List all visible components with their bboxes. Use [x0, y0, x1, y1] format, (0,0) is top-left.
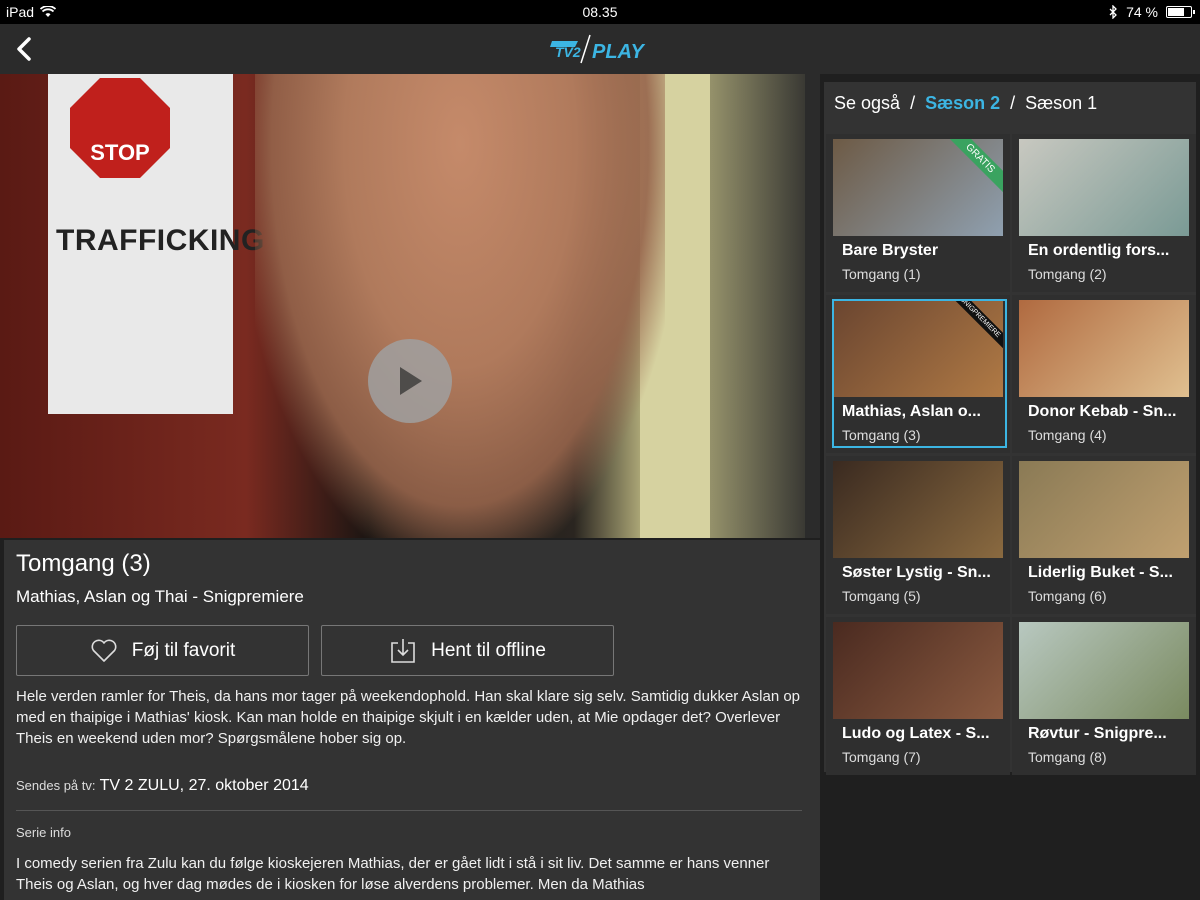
episode-tile-subtitle: Tomgang (6): [1028, 588, 1107, 604]
episode-details: Tomgang (3) Mathias, Aslan og Thai - Sni…: [4, 540, 820, 900]
episode-sidebar: Se også / Sæson 2 / Sæson 1 GRATIS Bare …: [824, 82, 1196, 775]
play-button[interactable]: [368, 339, 452, 423]
season-breadcrumb: Se også / Sæson 2 / Sæson 1: [834, 93, 1097, 114]
battery-percent: 74 %: [1126, 4, 1158, 20]
actor-figure: [255, 74, 665, 538]
snigpremiere-badge: SNIGPREMIERE: [944, 300, 1003, 354]
episode-tile-subtitle: Tomgang (1): [842, 266, 921, 282]
nav-bar: TV2 PLAY: [0, 24, 1200, 74]
download-icon: [391, 638, 415, 663]
episode-subtitle: Mathias, Aslan og Thai - Snigpremiere: [16, 587, 304, 606]
logo-text: PLAY: [592, 41, 646, 63]
episode-thumbnail: [1019, 622, 1189, 719]
tv2-play-logo: TV2 PLAY: [550, 34, 646, 64]
episode-tile[interactable]: En ordentlig fors... Tomgang (2): [1012, 134, 1196, 292]
video-hero[interactable]: STOP TRAFFICKING: [0, 74, 820, 538]
episode-tile-title: Donor Kebab - Sn...: [1028, 403, 1177, 420]
svg-text:TV2: TV2: [555, 44, 581, 60]
episode-tile-subtitle: Tomgang (2): [1028, 266, 1107, 282]
episode-tile[interactable]: Søster Lystig - Sn... Tomgang (5): [826, 456, 1010, 614]
download-offline-button[interactable]: Hent til offline: [321, 625, 614, 676]
episode-tile-title: Ludo og Latex - S...: [842, 725, 990, 742]
episode-tile-subtitle: Tomgang (8): [1028, 749, 1107, 765]
bluetooth-icon: [1109, 5, 1117, 19]
episode-tile-title: Liderlig Buket - S...: [1028, 564, 1173, 581]
episode-tile-subtitle: Tomgang (4): [1028, 427, 1107, 443]
episode-tile-title: Bare Bryster: [842, 242, 939, 259]
episode-tile-subtitle: Tomgang (3): [842, 427, 921, 443]
serie-info-label: Serie info: [16, 825, 71, 840]
season-2-tab[interactable]: Sæson 2: [925, 93, 1000, 114]
airing-value: TV 2 ZULU, 27. oktober 2014: [99, 777, 309, 794]
battery-icon: [1166, 6, 1195, 18]
download-offline-label: Hent til offline: [431, 639, 546, 661]
stop-sign-graphic: STOP: [70, 78, 170, 178]
breadcrumb-separator: /: [910, 93, 916, 113]
episode-thumbnail: SNIGPREMIERE: [833, 300, 1003, 397]
episode-thumbnail: GRATIS: [833, 139, 1003, 236]
episode-thumbnail: [833, 622, 1003, 719]
episode-tile[interactable]: Ludo og Latex - S... Tomgang (7): [826, 617, 1010, 775]
breadcrumb-separator: /: [1010, 93, 1016, 113]
episode-thumbnail: [833, 461, 1003, 558]
play-icon: [400, 367, 422, 395]
airing-label: Sendes på tv:: [16, 778, 96, 793]
episode-tile[interactable]: Liderlig Buket - S... Tomgang (6): [1012, 456, 1196, 614]
poster-title: TRAFFICKING: [56, 224, 265, 257]
episode-tile-title: En ordentlig fors...: [1028, 242, 1170, 259]
episode-tile-subtitle: Tomgang (5): [842, 588, 921, 604]
gratis-badge: GRATIS: [942, 139, 1003, 196]
episode-tile-title: Søster Lystig - Sn...: [842, 564, 991, 581]
episode-thumbnail: [1019, 461, 1189, 558]
episode-tile-current[interactable]: SNIGPREMIERE Mathias, Aslan o... Tomgang…: [826, 295, 1010, 453]
divider: [16, 810, 802, 811]
episode-tile-title: Mathias, Aslan o...: [842, 403, 981, 420]
episode-tile[interactable]: Donor Kebab - Sn... Tomgang (4): [1012, 295, 1196, 453]
episode-thumbnail: [1019, 300, 1189, 397]
season-1-tab[interactable]: Sæson 1: [1025, 93, 1097, 114]
add-favorite-button[interactable]: Føj til favorit: [16, 625, 309, 676]
add-favorite-label: Føj til favorit: [131, 639, 236, 661]
clock: 08.35: [582, 4, 618, 20]
heart-icon: [91, 639, 117, 662]
see-also-link[interactable]: Se også: [834, 93, 900, 114]
status-bar: iPad 08.35 74 %: [0, 0, 1200, 24]
episode-tile[interactable]: Røvtur - Snigpre... Tomgang (8): [1012, 617, 1196, 775]
episode-title: Tomgang (3): [16, 550, 151, 577]
airing-info: Sendes på tv: TV 2 ZULU, 27. oktober 201…: [16, 777, 309, 795]
episode-thumbnail: [1019, 139, 1189, 236]
episode-tile-subtitle: Tomgang (7): [842, 749, 921, 765]
episode-description: Hele verden ramler for Theis, da hans mo…: [16, 688, 801, 747]
serie-info-text: I comedy serien fra Zulu kan du følge ki…: [16, 855, 770, 893]
episode-tile-title: Røvtur - Snigpre...: [1028, 725, 1167, 742]
back-chevron-icon[interactable]: [8, 32, 42, 66]
episode-tile[interactable]: GRATIS Bare Bryster Tomgang (1): [826, 134, 1010, 292]
